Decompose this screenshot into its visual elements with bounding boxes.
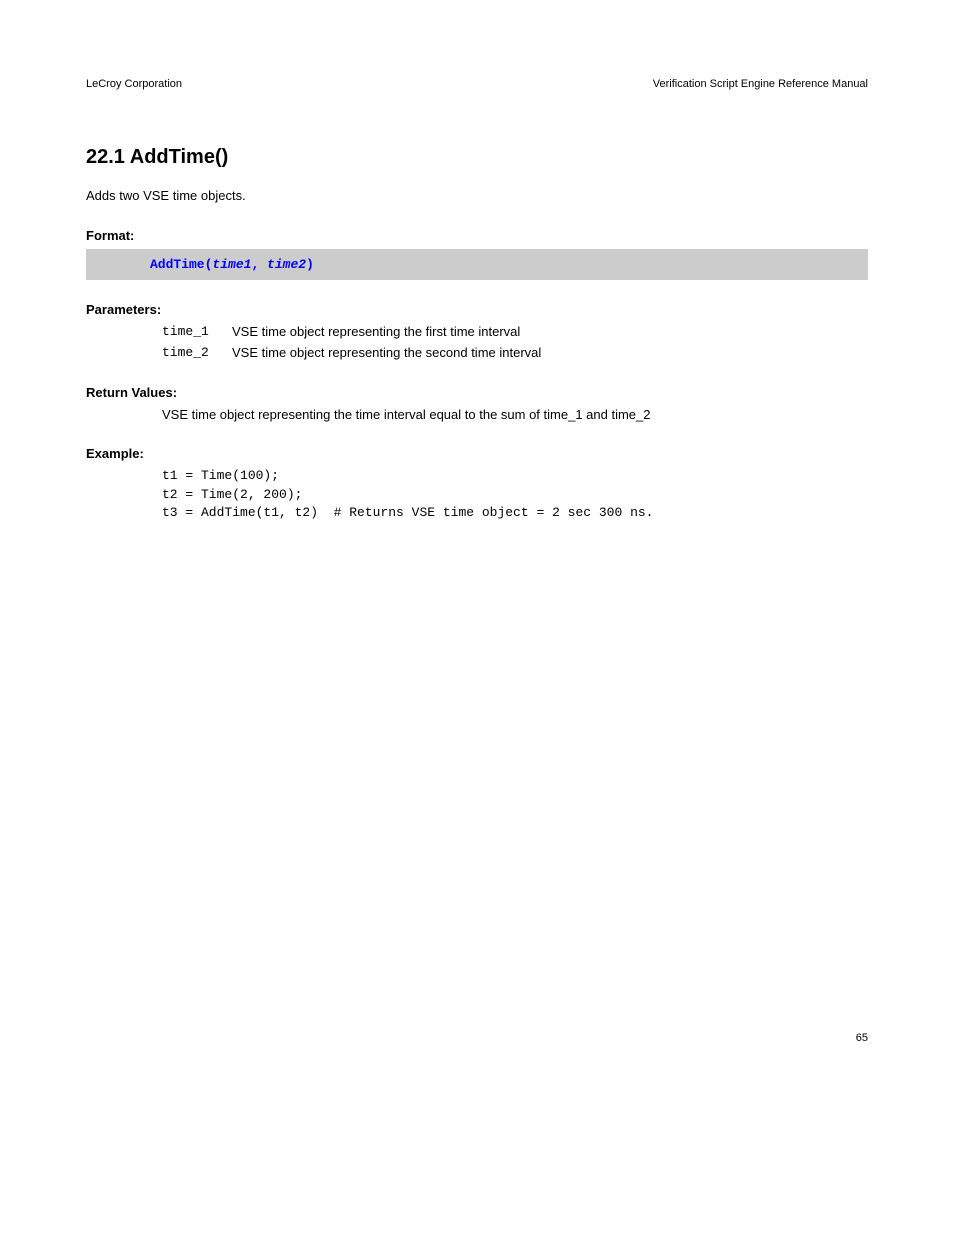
header-right: Verification Script Engine Reference Man… — [653, 78, 868, 90]
header-left: LeCroy Corporation — [86, 78, 182, 90]
section-number: 22.1 — [86, 146, 125, 168]
return-label: Return Values: — [86, 385, 868, 400]
intro-text: Adds two VSE time objects. — [86, 187, 868, 206]
section-heading: 22.1 AddTime() — [86, 146, 868, 169]
fn-arg2: time2 — [267, 257, 306, 272]
param-name: time_2 — [162, 344, 232, 363]
fn-sep: , — [251, 257, 267, 272]
fn-close: ) — [306, 257, 314, 272]
section-title-text: AddTime() — [130, 146, 229, 168]
param-row: time_1 VSE time object representing the … — [162, 323, 868, 342]
page-content: LeCroy Corporation Verification Script E… — [0, 0, 954, 1044]
param-row: time_2 VSE time object representing the … — [162, 344, 868, 363]
return-text: VSE time object representing the time in… — [162, 406, 868, 425]
fn-arg1: time1 — [212, 257, 251, 272]
param-desc: VSE time object representing the second … — [232, 344, 541, 363]
page-number: 65 — [86, 1032, 868, 1044]
format-label: Format: — [86, 228, 868, 243]
fn-name: AddTime( — [150, 257, 212, 272]
page-header: LeCroy Corporation Verification Script E… — [86, 78, 868, 90]
example-code: t1 = Time(100); t2 = Time(2, 200); t3 = … — [162, 467, 868, 522]
parameters-block: time_1 VSE time object representing the … — [162, 323, 868, 363]
parameters-label: Parameters: — [86, 302, 868, 317]
example-label: Example: — [86, 446, 868, 461]
param-name: time_1 — [162, 323, 232, 342]
param-desc: VSE time object representing the first t… — [232, 323, 520, 342]
format-code: AddTime(time1, time2) — [86, 249, 868, 280]
